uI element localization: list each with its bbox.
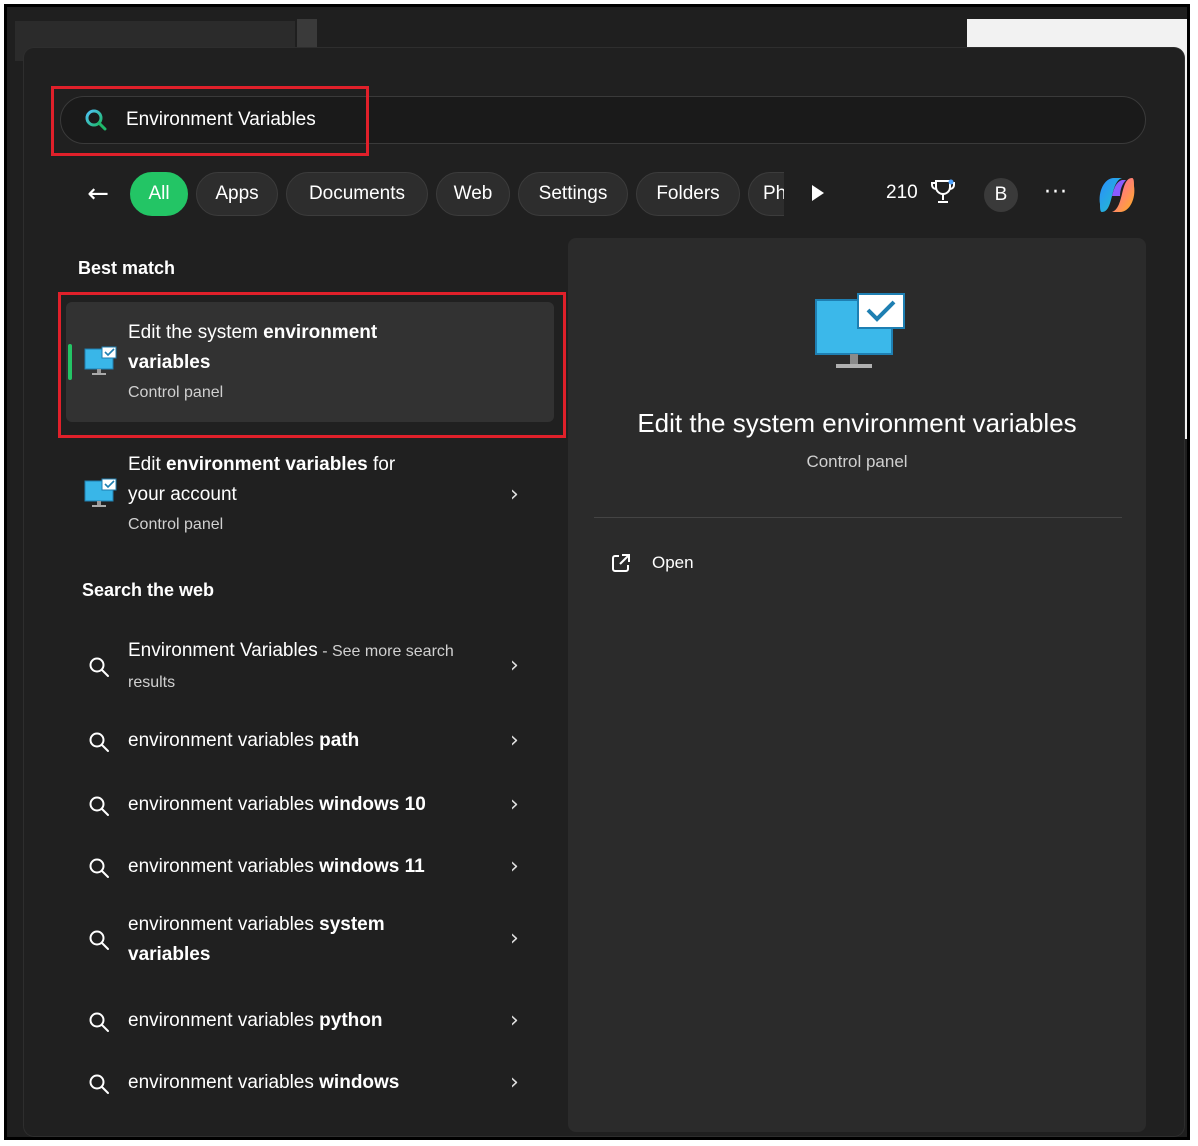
search-icon — [85, 109, 107, 131]
web-suggestion-prefix: environment variables — [128, 730, 320, 751]
search-icon — [89, 796, 109, 816]
app-result-title-pre: Edit — [128, 454, 167, 475]
filter-chip-apps[interactable]: Apps — [196, 172, 278, 216]
detail-subtitle: Control panel — [806, 452, 908, 471]
avatar[interactable]: B — [984, 178, 1018, 212]
selection-indicator — [68, 344, 72, 380]
chevron-right-icon[interactable]: › — [510, 854, 519, 879]
filter-chip-documents[interactable]: Documents — [286, 172, 428, 216]
web-result-query: Environment Variables — [128, 640, 318, 661]
app-result-title[interactable]: Edit environment variables for your acco… — [128, 450, 428, 510]
chevron-right-icon[interactable]: › — [510, 926, 519, 951]
search-icon — [89, 732, 109, 752]
web-suggestion-keyword: python — [319, 1010, 383, 1031]
web-suggestion-prefix: environment variables — [128, 856, 320, 877]
web-suggestion-prefix: environment variables — [128, 794, 320, 815]
monitor-checkmark-icon — [815, 293, 905, 368]
rewards-points[interactable]: 210 — [886, 182, 918, 204]
web-suggestion-keyword: path — [319, 730, 360, 751]
filter-chip-web[interactable]: Web — [436, 172, 510, 216]
app-result-subtitle: Control panel — [128, 516, 224, 533]
search-icon — [89, 1012, 109, 1032]
detail-divider — [594, 517, 1122, 518]
chevron-right-icon[interactable]: › — [510, 653, 519, 678]
web-suggestion-prefix: environment variables — [128, 1010, 320, 1031]
open-action[interactable]: Open — [652, 553, 694, 573]
web-suggestion-item[interactable]: environment variables windows 10 — [128, 790, 498, 820]
web-suggestion-keyword: windows 11 — [319, 856, 425, 877]
search-web-heading: Search the web — [82, 580, 215, 600]
filter-chip-photos[interactable]: Ph — [748, 172, 784, 216]
copilot-icon[interactable] — [1092, 170, 1142, 220]
web-suggestion-keyword: windows 10 — [319, 794, 426, 815]
best-match-subtitle: Control panel — [128, 384, 224, 401]
search-icon — [89, 1074, 109, 1094]
best-match-title[interactable]: Edit the system environment variables — [128, 318, 448, 378]
monitor-checkmark-icon — [84, 346, 117, 375]
best-match-title-pre: Edit the system — [128, 322, 264, 343]
monitor-checkmark-icon — [84, 478, 117, 507]
web-result-main[interactable]: Environment Variables - See more search … — [128, 636, 458, 698]
filter-chip-settings[interactable]: Settings — [518, 172, 628, 216]
play-icon[interactable] — [812, 185, 824, 201]
chevron-right-icon[interactable]: › — [510, 1070, 519, 1095]
search-icon — [89, 657, 109, 677]
web-suggestion-prefix: environment variables — [128, 914, 320, 935]
arrow-left-icon[interactable]: ← — [80, 176, 116, 212]
chevron-right-icon[interactable]: › — [510, 792, 519, 817]
web-suggestion-item[interactable]: environment variables windows 11 — [128, 852, 498, 882]
web-suggestion-item[interactable]: environment variables windows — [128, 1068, 498, 1098]
search-icon — [89, 930, 109, 950]
more-options-icon[interactable]: ··· — [1044, 180, 1068, 205]
external-link-icon[interactable] — [610, 552, 632, 574]
web-suggestion-item[interactable]: environment variables python — [128, 1006, 498, 1036]
detail-title: Edit the system environment variables — [637, 408, 1077, 438]
trophy-icon[interactable] — [930, 178, 956, 206]
filter-chip-folders[interactable]: Folders — [636, 172, 740, 216]
web-suggestion-item[interactable]: environment variables path — [128, 726, 498, 756]
chevron-right-icon[interactable]: › — [510, 1008, 519, 1033]
app-result-title-bold: environment variables — [166, 454, 368, 475]
web-suggestion-prefix: environment variables — [128, 1072, 320, 1093]
filter-chip-all[interactable]: All — [130, 172, 188, 216]
best-match-heading: Best match — [78, 258, 176, 278]
chevron-right-icon[interactable]: › — [510, 482, 519, 507]
search-icon — [89, 858, 109, 878]
search-input[interactable]: Environment Variables — [126, 108, 316, 132]
web-suggestion-item[interactable]: environment variables system variables — [128, 910, 428, 970]
web-suggestion-keyword: windows — [319, 1072, 400, 1093]
chevron-right-icon[interactable]: › — [510, 728, 519, 753]
